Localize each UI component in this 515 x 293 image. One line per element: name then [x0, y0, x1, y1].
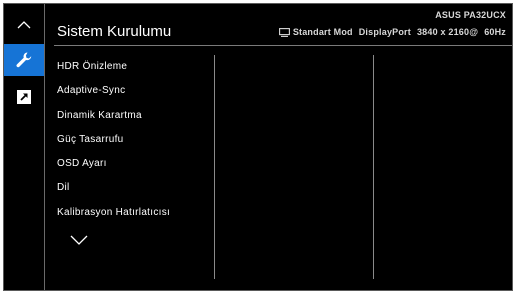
page-title: Sistem Kurulumu: [57, 23, 172, 40]
menu-item-language[interactable]: Dil: [57, 176, 170, 200]
monitor-model: ASUS PA32UCX: [435, 10, 506, 20]
refresh-rate: 60Hz: [484, 27, 506, 37]
settings-menu: HDR Önizleme Adaptive-Sync Dinamik Karar…: [57, 55, 170, 225]
menu-item-power-saving[interactable]: Güç Tasarrufu: [57, 128, 170, 152]
chevron-up-icon: [17, 21, 31, 29]
shortcut-arrow-icon: [17, 90, 31, 104]
osd-window: Sistem Kurulumu ASUS PA32UCX Standart Mo…: [3, 3, 513, 291]
sidebar: [4, 4, 44, 290]
chevron-down-icon: [70, 235, 88, 245]
menu-item-osd-setup[interactable]: OSD Ayarı: [57, 152, 170, 176]
header-divider: [54, 45, 512, 46]
resolution: 3840 x 2160@: [416, 27, 479, 37]
scroll-down-button[interactable]: [70, 232, 88, 250]
status-header: ASUS PA32UCX Standart Mod DisplayPort 38…: [278, 10, 506, 37]
monitor-icon: [278, 27, 290, 37]
menu-item-dynamic-dimming[interactable]: Dinamik Karartma: [57, 104, 170, 128]
shortcut-button[interactable]: [4, 84, 44, 110]
scroll-up-button[interactable]: [4, 12, 44, 38]
sidebar-divider: [44, 4, 45, 290]
column-divider-1: [214, 55, 215, 279]
menu-item-hdr-preview[interactable]: HDR Önizleme: [57, 55, 170, 79]
color-mode: Standart Mod: [292, 27, 353, 37]
menu-item-calibration-reminder[interactable]: Kalibrasyon Hatırlatıcısı: [57, 201, 170, 225]
menu-item-adaptive-sync[interactable]: Adaptive-Sync: [57, 79, 170, 103]
status-row: Standart Mod DisplayPort 3840 x 2160@ 60…: [278, 27, 506, 37]
wrench-icon: [16, 52, 32, 68]
system-setup-button[interactable]: [4, 44, 44, 76]
input-source: DisplayPort: [358, 27, 411, 37]
column-divider-2: [373, 55, 374, 279]
